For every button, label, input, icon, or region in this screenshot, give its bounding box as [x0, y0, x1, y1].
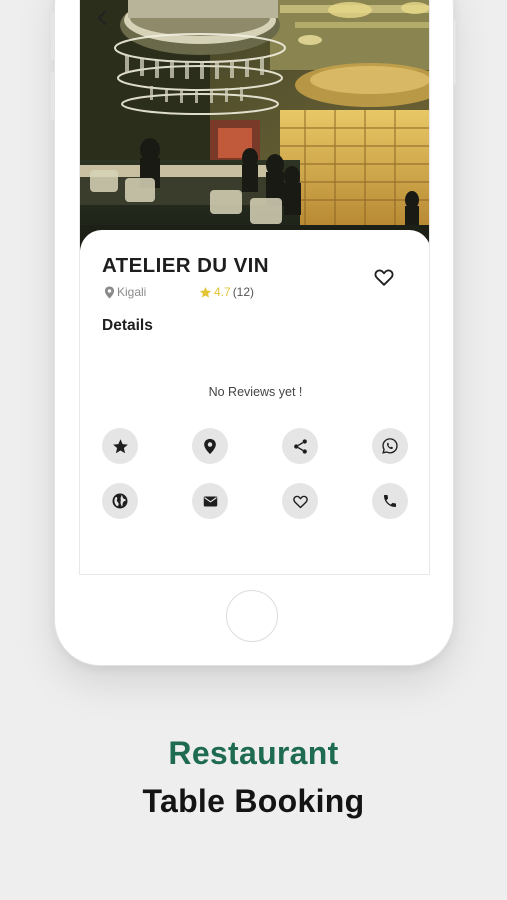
location-text: Kigali — [117, 285, 147, 299]
save-favorite-button[interactable] — [282, 483, 318, 519]
app-screen: ATELIER DU VIN Kigali 4.7 (12) Details N… — [79, 0, 430, 575]
restaurant-name: ATELIER DU VIN — [102, 254, 269, 277]
location: Kigali — [104, 285, 146, 299]
share-icon — [292, 438, 309, 455]
details-heading: Details — [102, 317, 153, 334]
website-button[interactable] — [102, 483, 138, 519]
email-button[interactable] — [192, 483, 228, 519]
rate-button[interactable] — [102, 428, 138, 464]
restaurant-details-card: ATELIER DU VIN Kigali 4.7 (12) Details N… — [80, 230, 429, 574]
heart-icon — [292, 493, 309, 510]
star-icon — [112, 438, 129, 455]
phone-icon — [382, 493, 398, 509]
star-icon — [199, 286, 212, 299]
globe-icon — [111, 492, 129, 510]
phone-side-button — [51, 12, 54, 60]
review-count: (12) — [232, 285, 255, 299]
whatsapp-icon — [381, 437, 399, 455]
chevron-left-icon — [94, 10, 110, 26]
rating: 4.7 (12) — [199, 285, 254, 299]
mail-icon — [202, 493, 219, 510]
share-button[interactable] — [282, 428, 318, 464]
favorite-button[interactable] — [373, 266, 397, 290]
phone-side-button — [453, 20, 456, 84]
map-pin-icon — [104, 286, 115, 299]
promo-title: Restaurant — [168, 735, 339, 771]
promo-subtitle: Table Booking — [142, 783, 365, 819]
phone-side-button — [51, 72, 54, 120]
map-pin-icon — [203, 438, 217, 455]
back-button[interactable] — [90, 6, 114, 30]
no-reviews-message: No Reviews yet ! — [208, 385, 303, 399]
heart-outline-icon — [373, 266, 397, 288]
phone-home-button — [226, 590, 278, 642]
restaurant-photo — [80, 0, 429, 250]
call-button[interactable] — [372, 483, 408, 519]
whatsapp-button[interactable] — [372, 428, 408, 464]
directions-button[interactable] — [192, 428, 228, 464]
rating-value: 4.7 — [214, 285, 231, 299]
